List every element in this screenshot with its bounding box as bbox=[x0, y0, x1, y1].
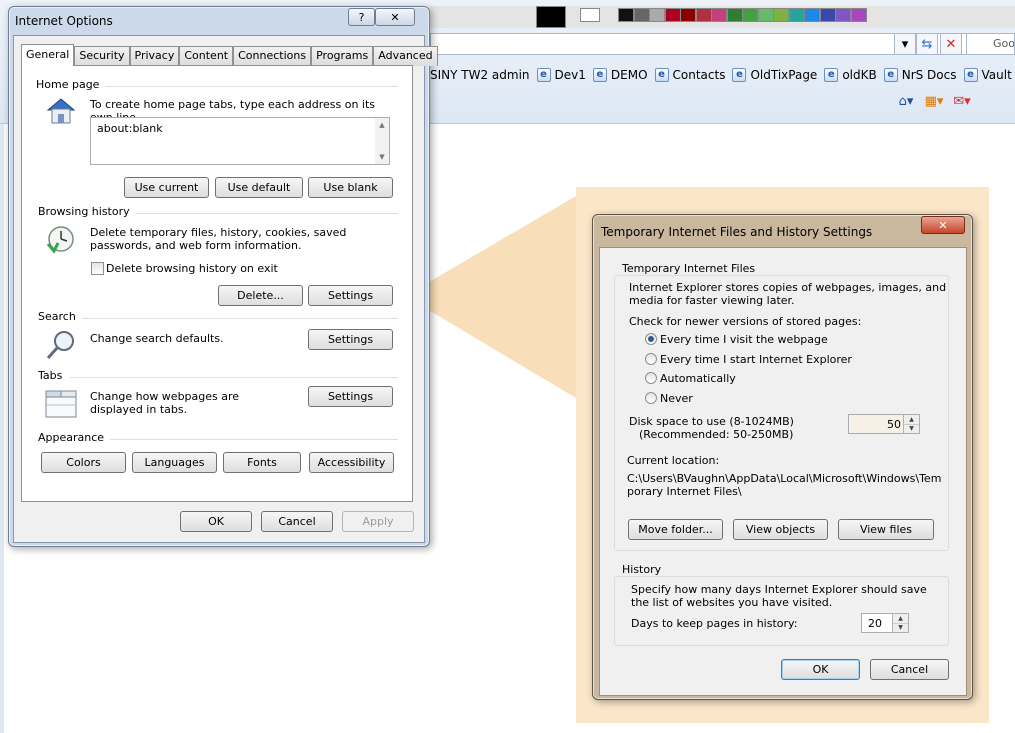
frequency-radio-label: Never bbox=[660, 391, 693, 405]
days-down-icon[interactable]: ▼ bbox=[893, 624, 908, 633]
browsing-history-heading: Browsing history bbox=[38, 205, 136, 218]
home-page-value: about:blank bbox=[97, 122, 163, 135]
tif-ok-button[interactable]: OK bbox=[781, 659, 860, 680]
tabs-description: Change how webpages are displayed in tab… bbox=[90, 390, 240, 416]
languages-button[interactable]: Languages bbox=[132, 452, 217, 473]
history-description: Specify how many days Internet Explorer … bbox=[631, 583, 927, 609]
apply-button[interactable]: Apply bbox=[342, 511, 414, 532]
check-newer-label: Check for newer versions of stored pages… bbox=[629, 315, 862, 328]
colors-button[interactable]: Colors bbox=[41, 452, 126, 473]
home-page-input[interactable]: about:blank ▲ ▼ bbox=[90, 117, 390, 165]
appearance-heading: Appearance bbox=[38, 431, 111, 444]
house-icon bbox=[44, 96, 78, 126]
disk-space-value: 50 bbox=[887, 418, 901, 431]
frequency-radio-label: Every time I start Internet Explorer bbox=[660, 352, 852, 366]
spin-down-icon[interactable]: ▼ bbox=[904, 425, 919, 434]
accessibility-button[interactable]: Accessibility bbox=[309, 452, 394, 473]
general-tab-panel: Home page To create home page tabs, type… bbox=[21, 65, 413, 502]
disk-space-recommended: (Recommended: 50-250MB) bbox=[639, 428, 794, 441]
tabs-heading: Tabs bbox=[38, 369, 69, 382]
use-current-button[interactable]: Use current bbox=[124, 177, 209, 198]
search-settings-button[interactable]: Settings bbox=[308, 329, 393, 350]
frequency-radio[interactable] bbox=[645, 391, 657, 404]
frequency-radio[interactable] bbox=[645, 352, 657, 365]
browsing-history-description: Delete temporary files, history, cookies… bbox=[90, 226, 347, 252]
tab-advanced[interactable]: Advanced bbox=[373, 46, 438, 66]
view-objects-button[interactable]: View objects bbox=[733, 519, 828, 540]
search-heading: Search bbox=[38, 310, 82, 323]
days-value: 20 bbox=[868, 617, 882, 630]
tif-dialog-title: Temporary Internet Files and History Set… bbox=[601, 225, 873, 239]
spin-up-icon[interactable]: ▲ bbox=[904, 415, 919, 425]
help-button[interactable]: ? bbox=[348, 8, 375, 26]
search-description: Change search defaults. bbox=[90, 332, 224, 345]
home-page-scrollbar[interactable]: ▲ ▼ bbox=[375, 118, 389, 164]
tif-description: Internet Explorer stores copies of webpa… bbox=[629, 281, 947, 307]
tif-group-heading: Temporary Internet Files bbox=[619, 262, 759, 275]
tab-content[interactable]: Content bbox=[179, 46, 234, 66]
tab-security[interactable]: Security bbox=[74, 46, 130, 66]
frequency-radio-label: Every time I visit the webpage bbox=[660, 333, 828, 346]
browsing-history-settings-button[interactable]: Settings bbox=[308, 285, 393, 306]
magnifier-icon bbox=[44, 328, 78, 362]
delete-button[interactable]: Delete... bbox=[218, 285, 303, 306]
tif-close-button[interactable]: ✕ bbox=[921, 216, 965, 234]
current-location-value: C:\Users\BVaughn\AppData\Local\Microsoft… bbox=[627, 472, 942, 498]
history-clock-icon bbox=[44, 224, 78, 254]
days-up-icon[interactable]: ▲ bbox=[893, 614, 908, 624]
delete-on-exit-label: Delete browsing history on exit bbox=[106, 262, 278, 275]
use-blank-button[interactable]: Use blank bbox=[308, 177, 393, 198]
tab-privacy[interactable]: Privacy bbox=[129, 46, 180, 66]
view-files-button[interactable]: View files bbox=[838, 519, 934, 540]
tab-strip: General Security Privacy Content Connections… bbox=[21, 44, 438, 66]
tif-cancel-button[interactable]: Cancel bbox=[870, 659, 949, 680]
delete-on-exit-checkbox[interactable] bbox=[91, 262, 104, 275]
days-label: Days to keep pages in history: bbox=[631, 617, 798, 630]
fonts-button[interactable]: Fonts bbox=[223, 452, 301, 473]
home-page-heading: Home page bbox=[36, 78, 106, 91]
frequency-radio-label: Automatically bbox=[660, 372, 736, 385]
frequency-radio[interactable] bbox=[645, 372, 657, 384]
cancel-button[interactable]: Cancel bbox=[261, 511, 333, 532]
close-button[interactable]: ✕ bbox=[375, 8, 415, 26]
tab-connections[interactable]: Connections bbox=[233, 46, 312, 66]
tab-general[interactable]: General bbox=[21, 44, 75, 66]
disk-space-spinner[interactable]: 50 ▲ ▼ bbox=[848, 414, 920, 434]
tabs-settings-button[interactable]: Settings bbox=[308, 386, 393, 407]
frequency-radio[interactable] bbox=[645, 333, 657, 345]
current-location-label: Current location: bbox=[627, 454, 720, 467]
tab-programs[interactable]: Programs bbox=[311, 46, 374, 66]
history-group-heading: History bbox=[619, 563, 665, 576]
disk-space-label: Disk space to use (8-1024MB) bbox=[629, 415, 794, 428]
ok-button[interactable]: OK bbox=[180, 511, 252, 532]
tabs-icon bbox=[44, 387, 78, 419]
use-default-button[interactable]: Use default bbox=[215, 177, 303, 198]
move-folder-button[interactable]: Move folder... bbox=[628, 519, 723, 540]
days-spinner[interactable]: 20 ▲ ▼ bbox=[861, 613, 909, 633]
